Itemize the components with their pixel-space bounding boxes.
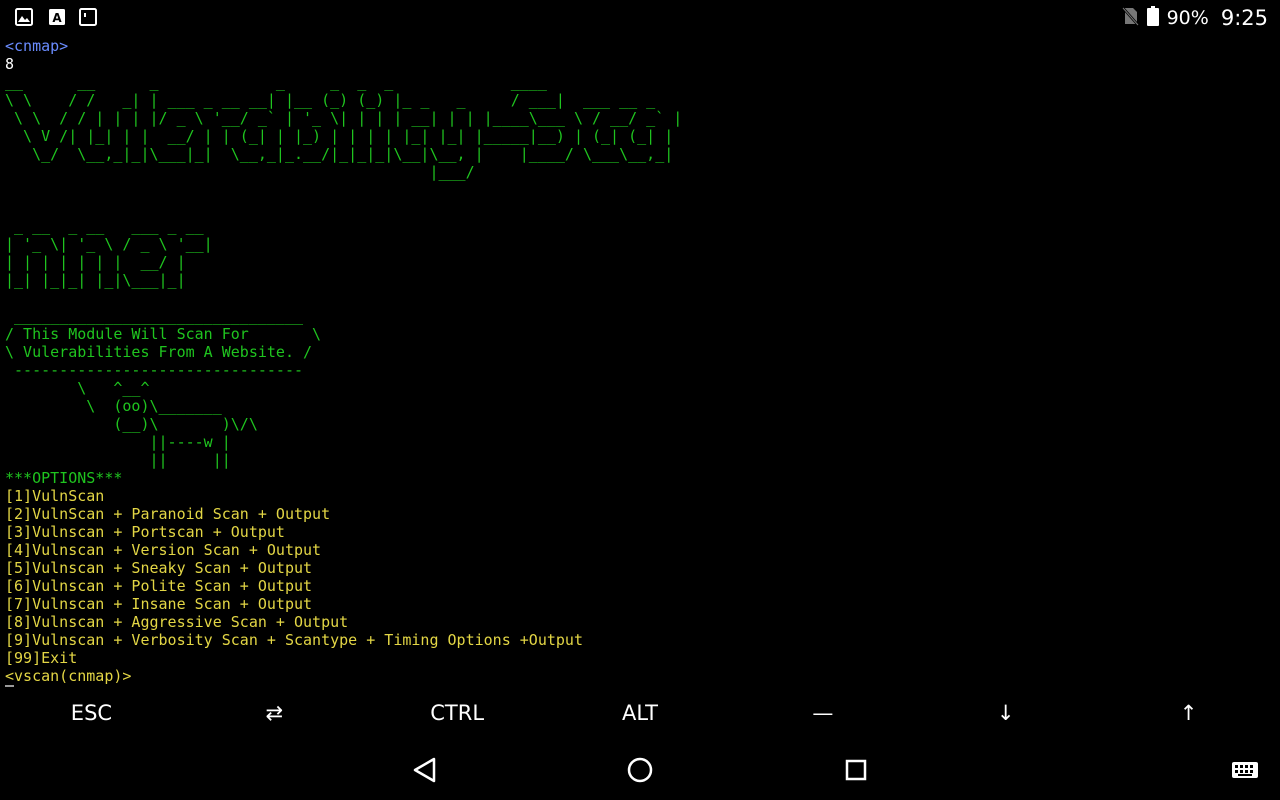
terminal-line: \_/ \__,_|_|\___|_| \__,_|_.__/|_|_|_|\_… — [5, 145, 674, 163]
home-icon[interactable] — [624, 754, 656, 786]
terminal-line: ________________________________ — [5, 307, 304, 325]
battery-icon — [1146, 6, 1159, 30]
alt-key[interactable]: ALT — [549, 690, 732, 736]
terminal-line: 8 — [5, 55, 15, 73]
terminal-line: ***OPTIONS*** — [5, 469, 123, 487]
terminal-line: || || — [5, 451, 231, 469]
navigation-bar — [0, 740, 1280, 800]
text-cursor — [5, 685, 14, 687]
terminal-line: \ V /| |_| | | __/ | | (_| | |_) | | | |… — [5, 127, 674, 145]
terminal-line: [99]Exit — [5, 649, 78, 667]
up-arrow-key[interactable]: ↑ — [1097, 690, 1280, 736]
tab-key[interactable]: ⇄ — [183, 690, 366, 736]
terminal-line: [2]VulnScan + Paranoid Scan + Output — [5, 505, 331, 523]
terminal-output[interactable]: <cnmap> 8 __ __ _ _ _ _ _ ____ \ \ / / _| |… — [5, 37, 1275, 687]
down-arrow-key[interactable]: ↓ — [914, 690, 1097, 736]
image-icon — [15, 8, 33, 26]
extra-keys-row: ESC ⇄ CTRL ALT — ↓ ↑ — [0, 690, 1280, 736]
terminal-icon — [79, 8, 97, 26]
keyboard-icon[interactable] — [1229, 754, 1261, 786]
dash-key[interactable]: — — [731, 690, 914, 736]
clock: 9:25 — [1220, 6, 1268, 30]
terminal-line: [5]Vulnscan + Sneaky Scan + Output — [5, 559, 313, 577]
terminal-line: [8]Vulnscan + Aggressive Scan + Output — [5, 613, 349, 631]
terminal-line: \ ^__^ — [5, 379, 150, 397]
terminal-line: \ (oo)\_______ — [5, 397, 222, 415]
text-icon: A — [48, 8, 66, 26]
terminal-line: |_| |_|_| |_|\___|_| — [5, 271, 186, 289]
terminal-line: <cnmap> — [5, 37, 69, 55]
terminal-line: -------------------------------- — [5, 361, 304, 379]
terminal-line: \ Vulerabilities From A Website. / — [5, 343, 313, 361]
terminal-line: [7]Vulnscan + Insane Scan + Output — [5, 595, 313, 613]
terminal-line: / This Module Will Scan For \ — [5, 325, 322, 343]
terminal-line: | '_ \| '_ \ / _ \ '__| — [5, 235, 213, 253]
terminal-line: | | | | | | | __/ | — [5, 253, 186, 271]
battery-percent: 90% — [1166, 7, 1209, 29]
terminal-line: [1]VulnScan — [5, 487, 105, 505]
recents-icon[interactable] — [840, 754, 872, 786]
terminal-line: [4]Vulnscan + Version Scan + Output — [5, 541, 322, 559]
status-bar: A 90% 9:25 — [0, 0, 1280, 36]
svg-text:A: A — [52, 11, 62, 25]
no-sim-icon — [1121, 6, 1139, 30]
terminal-line: (__)\ )\/\ — [5, 415, 258, 433]
esc-key[interactable]: ESC — [0, 690, 183, 736]
terminal-line: [3]Vulnscan + Portscan + Output — [5, 523, 285, 541]
terminal-line: _ __ _ __ ___ _ __ — [5, 217, 204, 235]
ctrl-key[interactable]: CTRL — [366, 690, 549, 736]
terminal-line: <vscan(cnmap)> — [5, 667, 132, 685]
terminal-line: \ \ / / _| | ___ _ __ __| |__ (_) (_) |_… — [5, 91, 656, 109]
terminal-line: \ \ / / | | | |/ _ \ '__/ _` | '_ \| | |… — [5, 109, 683, 127]
back-icon[interactable] — [409, 754, 441, 786]
terminal-line: [9]Vulnscan + Verbosity Scan + Scantype … — [5, 631, 583, 649]
terminal-line: |___/ — [5, 163, 475, 181]
terminal-line: ||----w | — [5, 433, 231, 451]
terminal-lines: <cnmap> 8 __ __ _ _ _ _ _ ____ \ \ / / _| |… — [5, 37, 1275, 685]
terminal-line: __ __ _ _ _ _ _ ____ — [5, 73, 547, 91]
terminal-line: [6]Vulnscan + Polite Scan + Output — [5, 577, 313, 595]
terminal-input-line[interactable] — [5, 685, 1275, 687]
